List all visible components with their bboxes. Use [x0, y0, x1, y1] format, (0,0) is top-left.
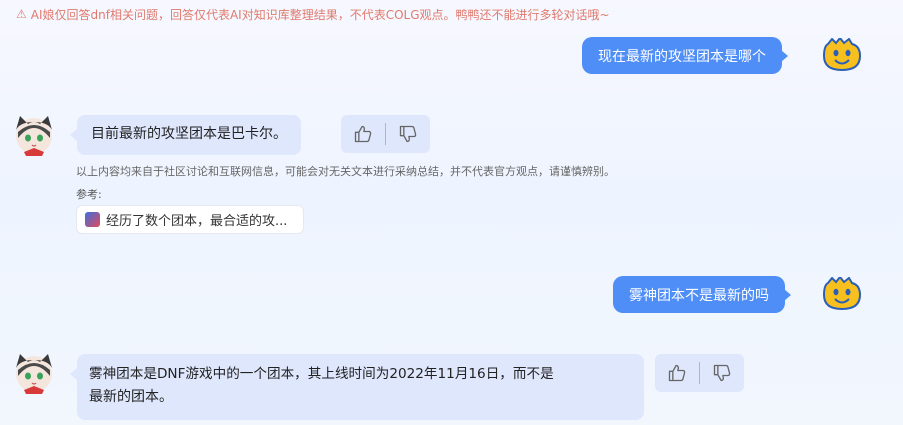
- disclaimer-text: AI娘仅回答dnf相关问题，回答仅代表AI对知识库整理结果，不代表COLG观点。…: [30, 7, 610, 22]
- thumbs-up-icon: [354, 125, 372, 143]
- dislike-button[interactable]: [386, 115, 430, 153]
- like-button[interactable]: [341, 115, 385, 153]
- reference-title: 经历了数个团本，最合适的攻...: [106, 214, 288, 229]
- bot-message-bubble: 目前最新的攻坚团本是巴卡尔。: [70, 115, 301, 155]
- dislike-button[interactable]: [700, 354, 744, 392]
- bot-message-text-line: 最新的团本。: [89, 389, 173, 405]
- duck-avatar-icon: [822, 38, 862, 72]
- thumbs-up-icon: [668, 364, 686, 382]
- thumbs-down-icon: [399, 125, 417, 143]
- game-icon: [85, 212, 100, 227]
- user-message-text: 雾神团本不是最新的吗: [629, 287, 769, 304]
- bot-message-text-line: 雾神团本是DNF游戏中的一个团本，其上线时间为2022年11月16日，而不是: [89, 366, 554, 382]
- cat-girl-avatar: [16, 116, 52, 156]
- warning-icon: ⚠: [16, 7, 27, 21]
- feedback-buttons: [341, 115, 430, 153]
- user-message-text: 现在最新的攻坚团本是哪个: [598, 48, 766, 65]
- reference-label: 参考:: [76, 188, 102, 201]
- reference-card[interactable]: 经历了数个团本，最合适的攻...: [76, 205, 304, 234]
- thumbs-down-icon: [713, 364, 731, 382]
- duck-avatar-icon: [822, 277, 862, 311]
- cat-girl-avatar: [16, 354, 52, 394]
- feedback-buttons: [655, 354, 744, 392]
- disclaimer-notice: 以上内容均来自于社区讨论和互联网信息，可能会对无关文本进行采纳总结，并不代表官方…: [76, 165, 615, 178]
- bot-message-text: 目前最新的攻坚团本是巴卡尔。: [91, 126, 287, 142]
- like-button[interactable]: [655, 354, 699, 392]
- user-message-bubble: 现在最新的攻坚团本是哪个: [582, 37, 788, 74]
- bot-message-bubble: 雾神团本是DNF游戏中的一个团本，其上线时间为2022年11月16日，而不是 最…: [70, 354, 644, 420]
- disclaimer-banner: ⚠ AI娘仅回答dnf相关问题，回答仅代表AI对知识库整理结果，不代表COLG观…: [16, 6, 610, 22]
- user-message-bubble: 雾神团本不是最新的吗: [613, 276, 791, 313]
